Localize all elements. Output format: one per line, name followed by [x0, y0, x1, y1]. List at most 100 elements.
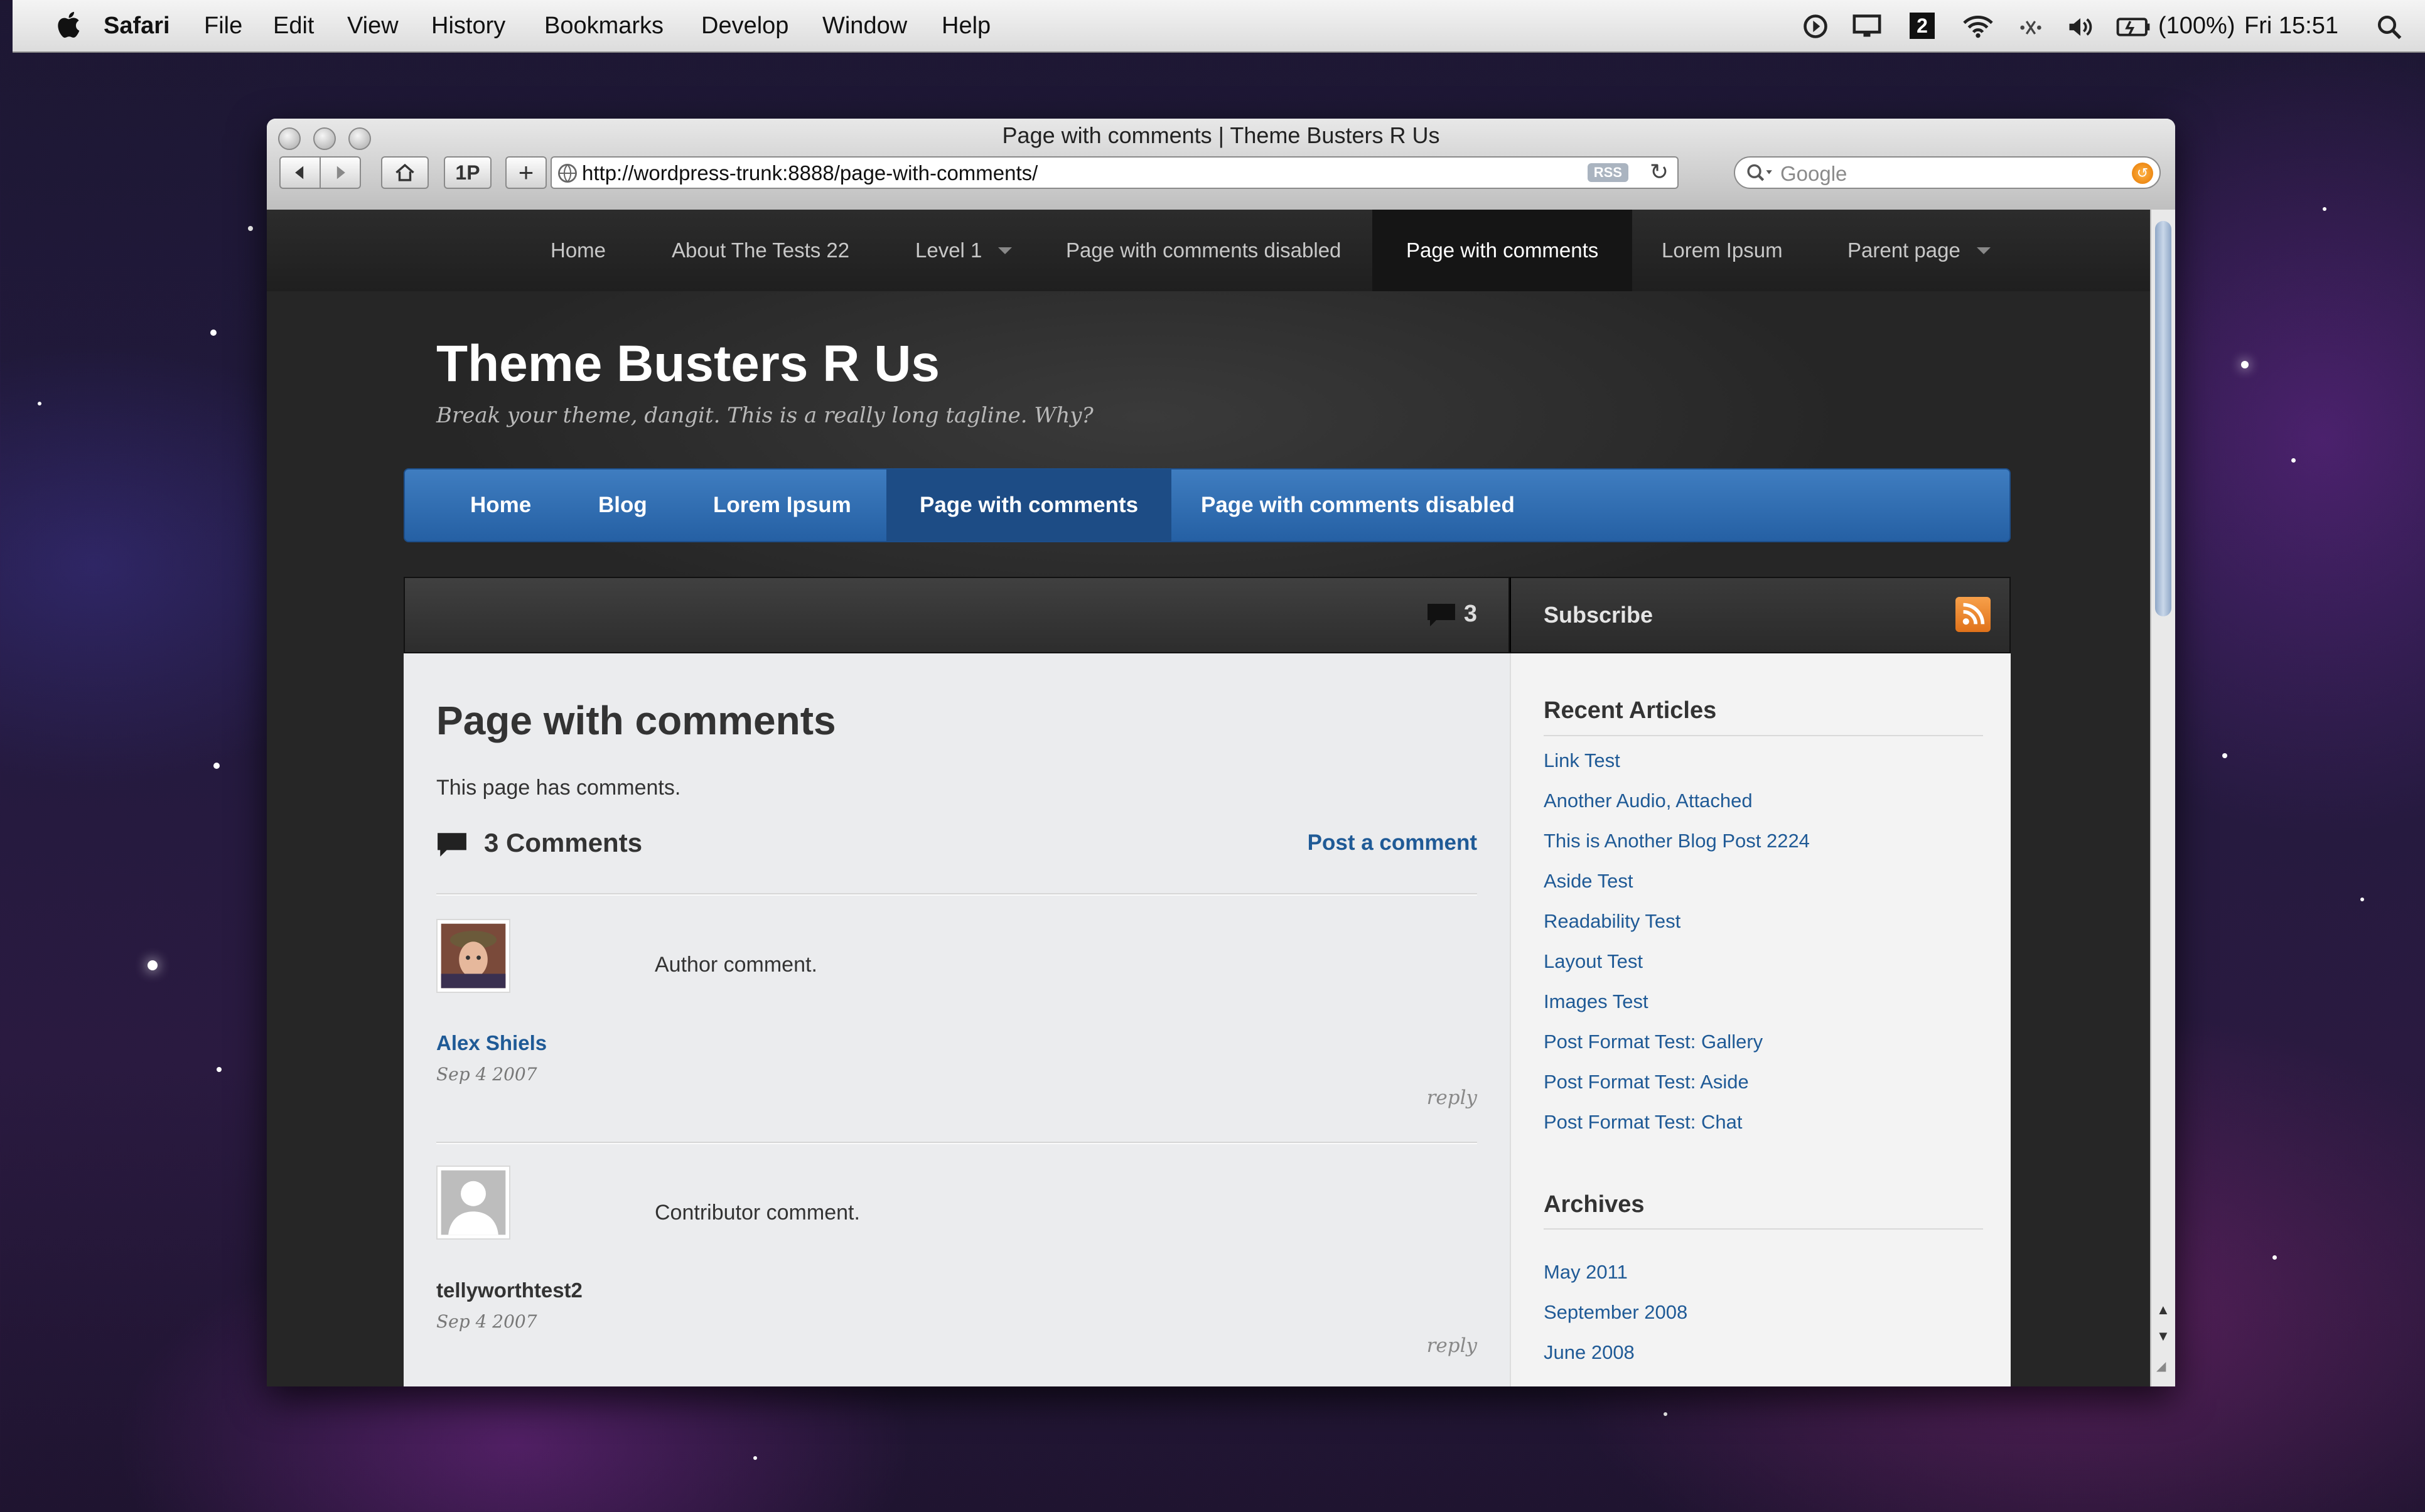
recent-article-link[interactable]: Post Format Test: Aside [1544, 1071, 1749, 1093]
snapback-icon[interactable]: ↺ [2132, 163, 2153, 184]
topnav-parent-page[interactable]: Parent page [1847, 210, 1991, 291]
menu-develop[interactable]: Develop [701, 13, 788, 40]
menu-file[interactable]: File [204, 13, 242, 40]
mainnav-page-with-comments[interactable]: Page with comments [886, 469, 1172, 541]
home-icon [395, 163, 414, 181]
archives-heading: Archives [1544, 1191, 1645, 1218]
comment-author-link[interactable]: Alex Shiels [436, 1031, 547, 1055]
star [2241, 361, 2249, 368]
volume-icon[interactable] [2065, 14, 2095, 40]
recent-article-link[interactable]: Post Format Test: Chat [1544, 1111, 1742, 1134]
site-tagline: Break your theme, dangit. This is a real… [436, 403, 1094, 428]
bluetooth-icon[interactable] [2018, 15, 2043, 40]
scroll-down-icon[interactable]: ▼ [2156, 1328, 2170, 1344]
vertical-scrollbar[interactable]: ▲ ▼ ◢ [2150, 210, 2175, 1386]
wifi-icon[interactable] [1962, 13, 1994, 40]
star [38, 402, 41, 405]
rss-icon [1962, 603, 1985, 625]
topnav-level-1[interactable]: Level 1 [915, 210, 1013, 291]
display-icon[interactable] [1852, 13, 1882, 40]
archive-link[interactable]: September 2008 [1544, 1301, 1687, 1324]
recent-article-link[interactable]: Post Format Test: Gallery [1544, 1031, 1763, 1053]
recent-article-link[interactable]: Link Test [1544, 749, 1620, 772]
menu-bookmarks[interactable]: Bookmarks [544, 13, 664, 40]
archive-link[interactable]: June 2008 [1544, 1341, 1635, 1364]
reply-link[interactable]: reply [1427, 1086, 1477, 1109]
battery-icon[interactable] [2116, 15, 2152, 39]
recent-article-link[interactable]: Another Audio, Attached [1544, 790, 1753, 812]
page-title: Page with comments [436, 698, 836, 743]
divider [1544, 1228, 1983, 1230]
mainnav-blog[interactable]: Blog [598, 469, 647, 541]
topnav-about-the-tests[interactable]: About The Tests 22 [672, 210, 849, 291]
reload-icon[interactable]: ↻ [1650, 159, 1669, 185]
comment-date: Sep 4 2007 [436, 1311, 537, 1332]
menubar-clock[interactable]: Fri 15:51 [2244, 13, 2338, 40]
archive-link[interactable]: May 2011 [1544, 1261, 1628, 1284]
recent-article-link[interactable]: Aside Test [1544, 870, 1633, 893]
star [248, 226, 253, 231]
dropdown-caret-icon [998, 247, 1013, 254]
topnav-page-with-comments[interactable]: Page with comments [1372, 210, 1633, 291]
star [753, 1456, 757, 1460]
subscribe-bar: Subscribe [1510, 577, 2011, 653]
topnav-lorem-ipsum[interactable]: Lorem Ipsum [1662, 210, 1783, 291]
recent-article-link[interactable]: Images Test [1544, 990, 1648, 1013]
mainnav-lorem-ipsum[interactable]: Lorem Ipsum [713, 469, 851, 541]
url-text[interactable]: http://wordpress-trunk:8888/page-with-co… [582, 161, 1038, 185]
safari-window: Page with comments | Theme Busters R Us … [267, 119, 2175, 1386]
subscribe-label[interactable]: Subscribe [1544, 602, 1653, 628]
comment-author: tellyworthtest2 [436, 1279, 583, 1302]
back-button[interactable] [279, 156, 321, 189]
speech-bubble-icon [438, 833, 466, 857]
recent-article-link[interactable]: Readability Test [1544, 910, 1680, 933]
topnav-level-1-label: Level 1 [915, 239, 982, 262]
apple-icon[interactable] [56, 9, 84, 40]
screen-recording-icon[interactable] [1802, 13, 1829, 40]
forward-arrow-icon [336, 166, 345, 180]
home-button[interactable] [381, 156, 429, 189]
speech-bubble-icon [1427, 603, 1455, 626]
mainnav-home[interactable]: Home [470, 469, 531, 541]
scroll-up-icon[interactable]: ▲ [2156, 1302, 2170, 1318]
star [2360, 898, 2364, 901]
spaces-icon[interactable]: 2 [1910, 13, 1935, 39]
onepassword-button[interactable]: 1P [444, 156, 492, 189]
reply-link[interactable]: reply [1427, 1334, 1477, 1357]
post-comment-link[interactable]: Post a comment [1308, 830, 1477, 855]
site-title[interactable]: Theme Busters R Us [436, 335, 940, 394]
topnav-page-with-comments-disabled[interactable]: Page with comments disabled [1066, 210, 1341, 291]
window-toolbar: Page with comments | Theme Busters R Us … [267, 119, 2175, 211]
comment-count: 3 [1463, 601, 1477, 627]
forward-button[interactable] [320, 156, 361, 189]
scrollbar-thumb[interactable] [2155, 221, 2171, 616]
menu-window[interactable]: Window [822, 13, 907, 40]
recent-articles-heading: Recent Articles [1544, 697, 1717, 724]
avatar[interactable] [436, 1166, 510, 1240]
menu-app-safari[interactable]: Safari [104, 13, 170, 40]
menu-history[interactable]: History [431, 13, 505, 40]
spotlight-icon[interactable] [2376, 14, 2402, 40]
mac-menubar: Safari File Edit View History Bookmarks … [13, 0, 2425, 53]
menu-edit[interactable]: Edit [273, 13, 314, 40]
mainnav-page-with-comments-disabled[interactable]: Page with comments disabled [1201, 469, 1515, 541]
rss-feed-icon[interactable] [1955, 597, 1991, 632]
resize-grip-icon[interactable]: ◢ [2156, 1358, 2166, 1374]
star [217, 1067, 222, 1072]
sidebar: Recent Articles Link Test Another Audio,… [1510, 653, 2011, 1386]
globe-icon [558, 164, 577, 183]
search-field[interactable]: Google ↺ [1734, 156, 2161, 189]
search-placeholder: Google [1780, 162, 1847, 185]
recent-article-link[interactable]: Layout Test [1544, 950, 1643, 973]
add-bookmark-button[interactable]: + [505, 156, 547, 189]
topnav-home[interactable]: Home [551, 210, 606, 291]
battery-percent: (100%) [2158, 13, 2235, 39]
divider [436, 1142, 1477, 1144]
menu-view[interactable]: View [347, 13, 399, 40]
menu-help[interactable]: Help [942, 13, 991, 40]
comment-count-link[interactable]: 3 [1426, 601, 1477, 628]
avatar[interactable] [436, 919, 510, 993]
address-bar[interactable]: http://wordpress-trunk:8888/page-with-co… [551, 156, 1679, 189]
recent-article-link[interactable]: This is Another Blog Post 2224 [1544, 830, 1810, 852]
rss-button[interactable]: RSS [1587, 163, 1628, 182]
